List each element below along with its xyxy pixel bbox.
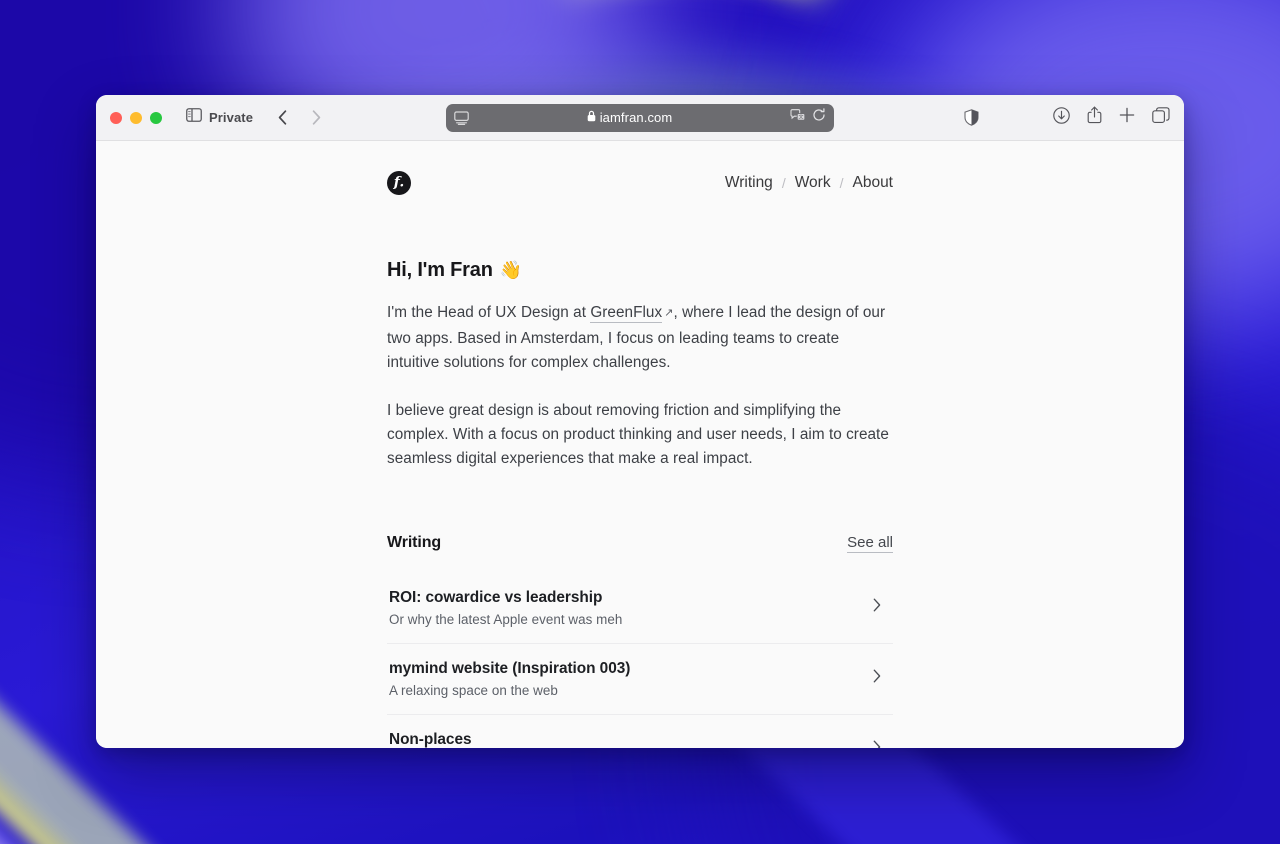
nav-separator: / [781, 175, 786, 191]
address-bar-actions: 文 [790, 108, 826, 127]
list-item[interactable]: mymind website (Inspiration 003) A relax… [387, 642, 893, 714]
post-title: ROI: cowardice vs leadership [389, 588, 603, 606]
address-bar[interactable]: iamfran.com 文 [446, 103, 834, 132]
hero-title-text: Hi, I'm Fran [387, 259, 493, 281]
post-title: mymind website (Inspiration 003) [389, 659, 631, 677]
svg-text:文: 文 [798, 113, 803, 120]
navigation-buttons [269, 105, 329, 131]
site-logo[interactable]: f. [387, 171, 411, 195]
writing-heading: Writing [387, 533, 442, 551]
site-header: f. Writing / Work / About [387, 163, 893, 203]
reload-icon[interactable] [812, 108, 826, 127]
writing-section: Writing See all ROI: cowardice vs leader… [387, 534, 893, 748]
private-mode-label: Private [209, 110, 254, 125]
url-text: iamfran.com [599, 110, 673, 125]
hero-paragraph-2: I believe great design is about removing… [387, 402, 889, 467]
nav-separator: / [839, 175, 844, 191]
lock-icon [587, 109, 596, 127]
page-viewport: f. Writing / Work / About Hi, I'm Fran 👋… [96, 141, 1184, 748]
share-icon[interactable] [1087, 106, 1102, 129]
waving-hand-icon: 👋 [499, 260, 522, 280]
writing-post-list: ROI: cowardice vs leadership Or why the … [387, 573, 893, 748]
nav-item-writing[interactable]: Writing [725, 174, 773, 192]
privacy-shield-icon[interactable] [964, 109, 979, 126]
post-subtitle: Or why the latest Apple event was meh [389, 611, 623, 627]
translate-icon[interactable]: 文 [790, 108, 806, 127]
browser-window: Private iamfran.com 文 f. Writing / Work … [96, 95, 1184, 748]
list-item[interactable]: ROI: cowardice vs leadership Or why the … [387, 573, 893, 643]
tab-overview-icon[interactable] [1152, 106, 1170, 129]
greenflux-link[interactable]: GreenFlux [590, 304, 663, 323]
maximize-window-button[interactable] [150, 111, 162, 124]
post-text-group: ROI: cowardice vs leadership Or why the … [389, 589, 622, 627]
browser-toolbar: Private iamfran.com 文 [96, 95, 1184, 141]
toolbar-right-actions [1053, 106, 1170, 129]
list-item[interactable]: Non-places It's 2am so cut me some slack [387, 713, 893, 748]
minimize-window-button[interactable] [130, 111, 142, 124]
post-text-group: Non-places It's 2am so cut me some slack [389, 731, 569, 748]
close-window-button[interactable] [110, 111, 122, 124]
forward-button[interactable] [303, 105, 329, 131]
chevron-right-icon [873, 598, 881, 617]
url-display: iamfran.com [469, 109, 790, 127]
plus-icon[interactable] [1119, 107, 1135, 128]
site-logo-text: f. [393, 174, 405, 191]
hero-section: Hi, I'm Fran 👋 I'm the Head of UX Design… [387, 259, 893, 471]
back-button[interactable] [269, 105, 295, 131]
chevron-right-icon [873, 740, 881, 748]
post-subtitle: A relaxing space on the web [389, 682, 558, 698]
nav-item-work[interactable]: Work [795, 174, 831, 192]
post-title: Non-places [389, 730, 472, 748]
hero-paragraph-1-before: I'm the Head of UX Design at [387, 304, 591, 321]
reader-view-icon[interactable] [454, 110, 469, 125]
site-nav: Writing / Work / About [725, 174, 893, 192]
writing-section-header: Writing See all [387, 534, 893, 553]
window-controls [110, 111, 162, 124]
sidebar-icon[interactable] [186, 108, 202, 127]
post-text-group: mymind website (Inspiration 003) A relax… [389, 660, 630, 698]
download-icon[interactable] [1053, 106, 1070, 129]
nav-item-about[interactable]: About [852, 174, 893, 192]
chevron-right-icon [873, 669, 881, 688]
sidebar-toggle-group[interactable]: Private [186, 108, 253, 127]
hero-paragraph-1: I'm the Head of UX Design at GreenFlux ↗,… [387, 301, 893, 374]
see-all-link[interactable]: See all [847, 534, 893, 553]
page-content: f. Writing / Work / About Hi, I'm Fran 👋… [387, 141, 893, 748]
external-link-arrow-icon: ↗ [664, 307, 674, 319]
page-title: Hi, I'm Fran 👋 [387, 259, 893, 282]
